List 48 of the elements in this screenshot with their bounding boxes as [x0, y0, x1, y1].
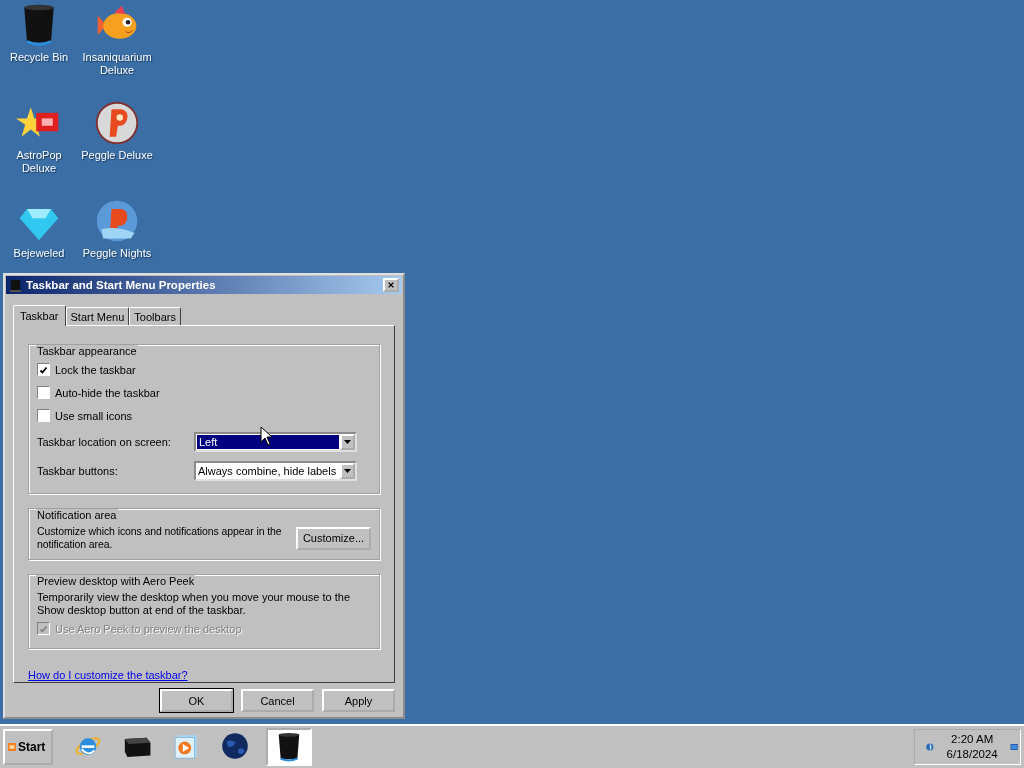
peg-ball-icon[interactable] — [94, 100, 140, 146]
icon-label: Bejeweled — [12, 247, 66, 260]
checkbox-label: Auto-hide the taskbar — [55, 386, 160, 399]
clock-date: 6/18/2024 — [946, 747, 998, 762]
taskbar-button[interactable] — [266, 728, 312, 766]
caret-icon — [344, 468, 351, 473]
icon-label: AstroPop Deluxe — [15, 149, 63, 175]
icon-label: Recycle Bin — [8, 51, 70, 64]
checkbox[interactable] — [37, 386, 50, 399]
tab[interactable]: Start Menu — [65, 307, 130, 325]
dialog-button[interactable]: OK — [160, 689, 233, 712]
mouse-cursor-icon — [260, 426, 274, 446]
window-icon — [9, 278, 22, 292]
tab[interactable]: Toolbars — [129, 307, 181, 325]
checkbox[interactable] — [37, 409, 50, 422]
checkbox-label: Use small icons — [55, 409, 133, 422]
checkbox-label: Lock the taskbar — [55, 363, 136, 376]
check-icon — [39, 365, 48, 374]
field-label: Taskbar buttons: — [37, 464, 119, 477]
icon-label: Insaniquarium Deluxe — [81, 51, 153, 77]
group-title: Taskbar appearance — [36, 345, 138, 358]
show-desktop-icon[interactable] — [1009, 741, 1018, 753]
windows-logo-icon — [8, 742, 16, 752]
help-link[interactable]: How do I customize the taskbar? — [28, 669, 188, 681]
description-text: Temporarily view the desktop when you move your mouse to the Show desktop button at end of the taskbar. — [37, 590, 352, 617]
start-button[interactable]: Start — [3, 729, 53, 765]
icon-label: Peggle Nights — [81, 247, 153, 260]
close-icon — [387, 281, 395, 289]
dialog-button[interactable]: Cancel — [241, 689, 314, 712]
tab[interactable]: Taskbar — [13, 305, 66, 326]
customize-button[interactable]: Customize... — [296, 526, 371, 550]
dropdown-field[interactable]: Always combine, hide labels — [194, 460, 357, 481]
close-button[interactable] — [383, 278, 399, 292]
checkbox[interactable] — [37, 363, 50, 376]
peg-ball-icon[interactable] — [94, 198, 140, 244]
caret-icon — [344, 439, 351, 444]
group-title: Notification area — [36, 509, 118, 522]
icon-label: Peggle Deluxe — [80, 149, 154, 162]
window-title: Taskbar and Start Menu Properties — [26, 279, 217, 291]
globe-icon — [219, 730, 251, 762]
dialog-button[interactable]: Apply — [322, 689, 395, 712]
field-label: Taskbar location on screen: — [37, 435, 172, 448]
dropdown-field[interactable]: Left — [194, 431, 357, 452]
clock-time: 2:20 AM — [951, 732, 994, 747]
checkbox-label: Use Aero Peek to preview the desktop — [55, 622, 242, 635]
description-text: Customize which icons and notifications appear in the notification area. — [37, 525, 283, 551]
check-icon — [39, 624, 48, 633]
group-title: Preview desktop with Aero Peek — [36, 575, 196, 588]
